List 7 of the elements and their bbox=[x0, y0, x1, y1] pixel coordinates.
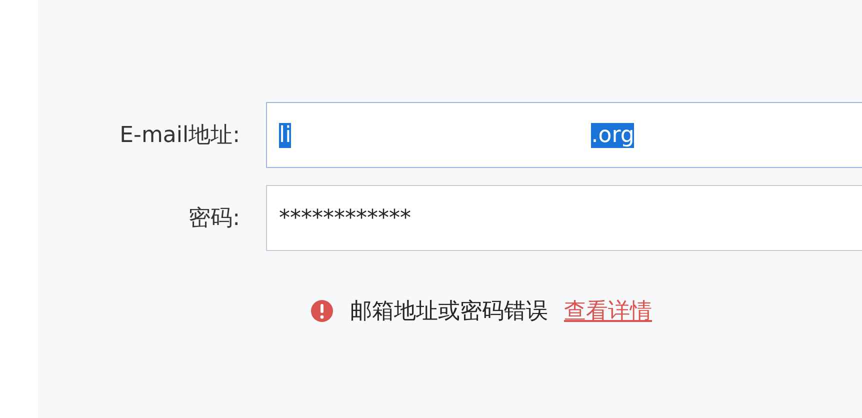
field-label: 密码: bbox=[188, 205, 241, 233]
email-field[interactable]: li .org bbox=[266, 102, 862, 168]
password-field[interactable]: ************ bbox=[266, 185, 862, 251]
field-label: E-mail地址: bbox=[118, 122, 241, 150]
details-link[interactable]: 查看详情 bbox=[564, 296, 652, 326]
error-icon bbox=[310, 299, 334, 323]
error-message: 邮箱地址或密码错误 bbox=[350, 298, 548, 326]
